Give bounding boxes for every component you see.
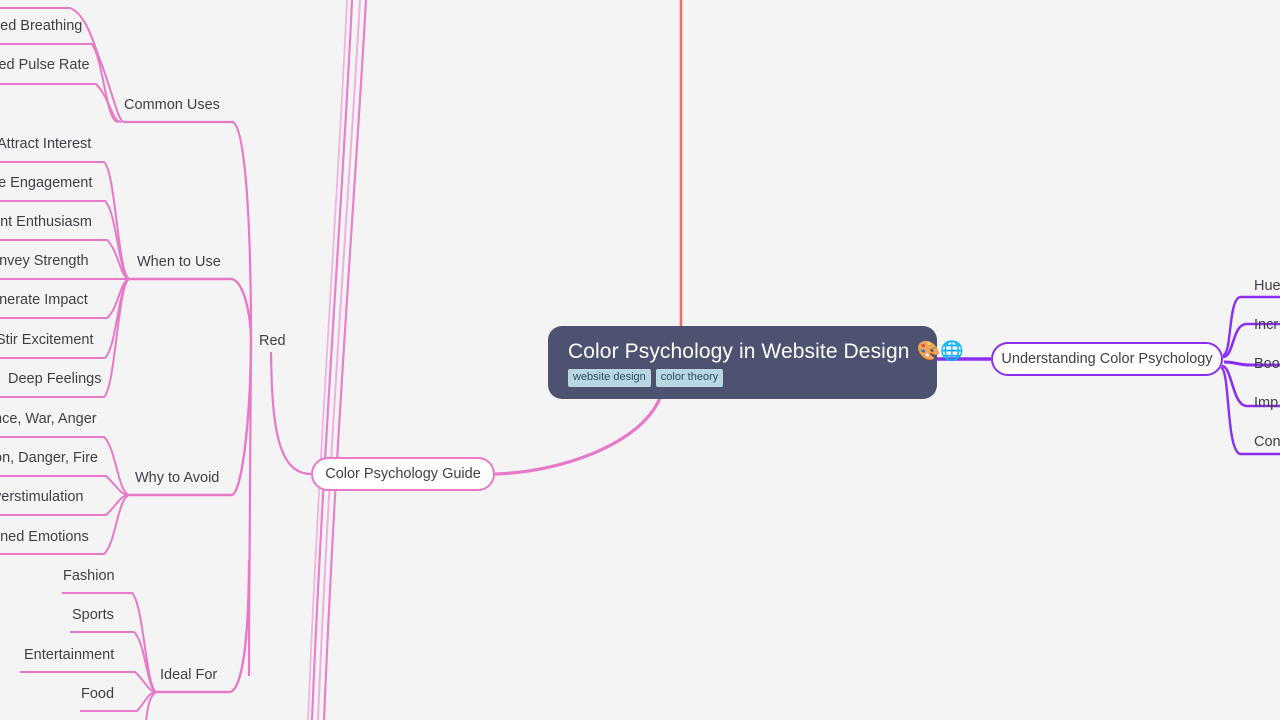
node-boost[interactable]: Boo (1254, 357, 1280, 372)
node-improve[interactable]: Imp (1254, 396, 1278, 411)
node-food[interactable]: Food (81, 687, 114, 702)
node-caution-danger-fire[interactable]: on, Danger, Fire (0, 451, 98, 466)
palette-globe-emoji-icon: 🎨🌐 (916, 341, 964, 363)
node-fashion[interactable]: Fashion (63, 569, 115, 584)
node-fashion-label: Fashion (63, 568, 115, 584)
node-ideal-for-label: Ideal For (160, 667, 218, 683)
node-why-to-avoid[interactable]: Why to Avoid (135, 471, 219, 486)
root-title: Color Psychology in Website Design 🎨🌐 (568, 340, 964, 364)
node-red-label: Red (259, 333, 286, 349)
node-deep-feelings[interactable]: Deep Feelings (8, 372, 102, 387)
node-understanding-color-psychology[interactable]: Understanding Color Psychology (991, 342, 1223, 376)
edge-avoid-violence-war-anger (0, 436, 131, 496)
edge-red-trunk-down (247, 340, 253, 677)
node-red[interactable]: Red (259, 334, 286, 349)
node-hue[interactable]: Hue (1254, 279, 1280, 294)
tag-website-design[interactable]: website design (568, 369, 651, 388)
node-violence-war-anger[interactable]: nce, War, Anger (0, 412, 97, 427)
node-overstimulation[interactable]: verstimulation (0, 490, 83, 505)
mindmap-canvas[interactable]: Color Psychology in Website Design 🎨🌐 we… (0, 0, 1280, 720)
node-increase[interactable]: Incr (1254, 318, 1278, 333)
edge-effect-quickened-breathing (0, 43, 119, 123)
node-color-psychology-guide[interactable]: Color Psychology Guide (311, 457, 495, 491)
tag-color-theory[interactable]: color theory (655, 369, 724, 388)
node-quickened-breathing-label: ened Breathing (0, 18, 83, 34)
node-common-uses-label: Common Uses (124, 97, 220, 113)
node-understanding-color-psychology-label: Understanding Color Psychology (1001, 351, 1213, 367)
edge-ideal-extra (145, 691, 158, 720)
node-entertainment[interactable]: Entertainment (24, 648, 114, 663)
node-ideal-for[interactable]: Ideal For (160, 668, 217, 683)
root-node[interactable]: Color Psychology in Website Design 🎨🌐 we… (548, 326, 964, 399)
node-when-to-use[interactable]: When to Use (137, 255, 221, 270)
node-attract-interest-label: Attract Interest (0, 136, 92, 152)
root-tag-list: website design color theory (568, 369, 724, 388)
node-improve-label: Imp (1254, 395, 1279, 411)
node-convey-strength-label: onvey Strength (0, 253, 89, 269)
node-stir-excitement[interactable]: Stir Excitement (0, 333, 94, 348)
node-overstimulation-label: verstimulation (0, 489, 84, 505)
node-deep-feelings-label: Deep Feelings (8, 371, 102, 387)
node-convey[interactable]: Con (1254, 435, 1280, 450)
node-represent-enthusiasm[interactable]: ent Enthusiasm (0, 215, 92, 230)
node-raised-pulse-rate[interactable]: ised Pulse Rate (0, 58, 90, 73)
node-convey-strength[interactable]: onvey Strength (0, 254, 89, 269)
node-convey-label: Con (1254, 434, 1280, 450)
node-encourage-engagement[interactable]: ge Engagement (0, 176, 92, 191)
node-sports[interactable]: Sports (72, 608, 114, 623)
node-heightened-emotions-label: ened Emotions (0, 529, 89, 545)
edge-red-to-when-to-use (130, 277, 253, 342)
node-color-psychology-guide-label: Color Psychology Guide (325, 466, 481, 482)
node-represent-enthusiasm-label: ent Enthusiasm (0, 214, 92, 230)
node-increase-label: Incr (1254, 317, 1279, 333)
edge-strand-4 (307, 0, 348, 720)
node-stir-excitement-label: Stir Excitement (0, 332, 94, 348)
edge-strand-2 (317, 0, 361, 720)
node-sports-label: Sports (72, 607, 114, 623)
node-attract-interest[interactable]: Attract Interest (0, 137, 91, 152)
node-boost-label: Boo (1254, 356, 1280, 372)
node-why-to-avoid-label: Why to Avoid (135, 470, 220, 486)
node-generate-impact[interactable]: enerate Impact (0, 293, 88, 308)
node-quickened-breathing[interactable]: ened Breathing (0, 19, 82, 34)
edge-root-to-guide (494, 397, 662, 476)
edge-guide-to-red (269, 351, 312, 476)
node-entertainment-label: Entertainment (24, 647, 115, 663)
node-caution-danger-fire-label: on, Danger, Fire (0, 450, 98, 466)
node-generate-impact-label: enerate Impact (0, 292, 88, 308)
node-common-uses[interactable]: Common Uses (124, 98, 220, 113)
edge-effect-raised-pulse-rate (0, 83, 122, 123)
node-violence-war-anger-label: nce, War, Anger (0, 411, 97, 427)
node-heightened-emotions[interactable]: ened Emotions (0, 530, 89, 545)
node-hue-label: Hue (1254, 278, 1280, 294)
root-title-text: Color Psychology in Website Design (568, 339, 910, 363)
node-food-label: Food (81, 686, 115, 702)
edge-strand-1 (322, 0, 368, 720)
node-when-to-use-label: When to Use (137, 254, 221, 270)
node-raised-pulse-rate-label: ised Pulse Rate (0, 57, 90, 73)
edge-strand-3 (310, 0, 354, 720)
node-encourage-engagement-label: ge Engagement (0, 175, 93, 191)
edge-red-to-common-uses (124, 120, 253, 342)
